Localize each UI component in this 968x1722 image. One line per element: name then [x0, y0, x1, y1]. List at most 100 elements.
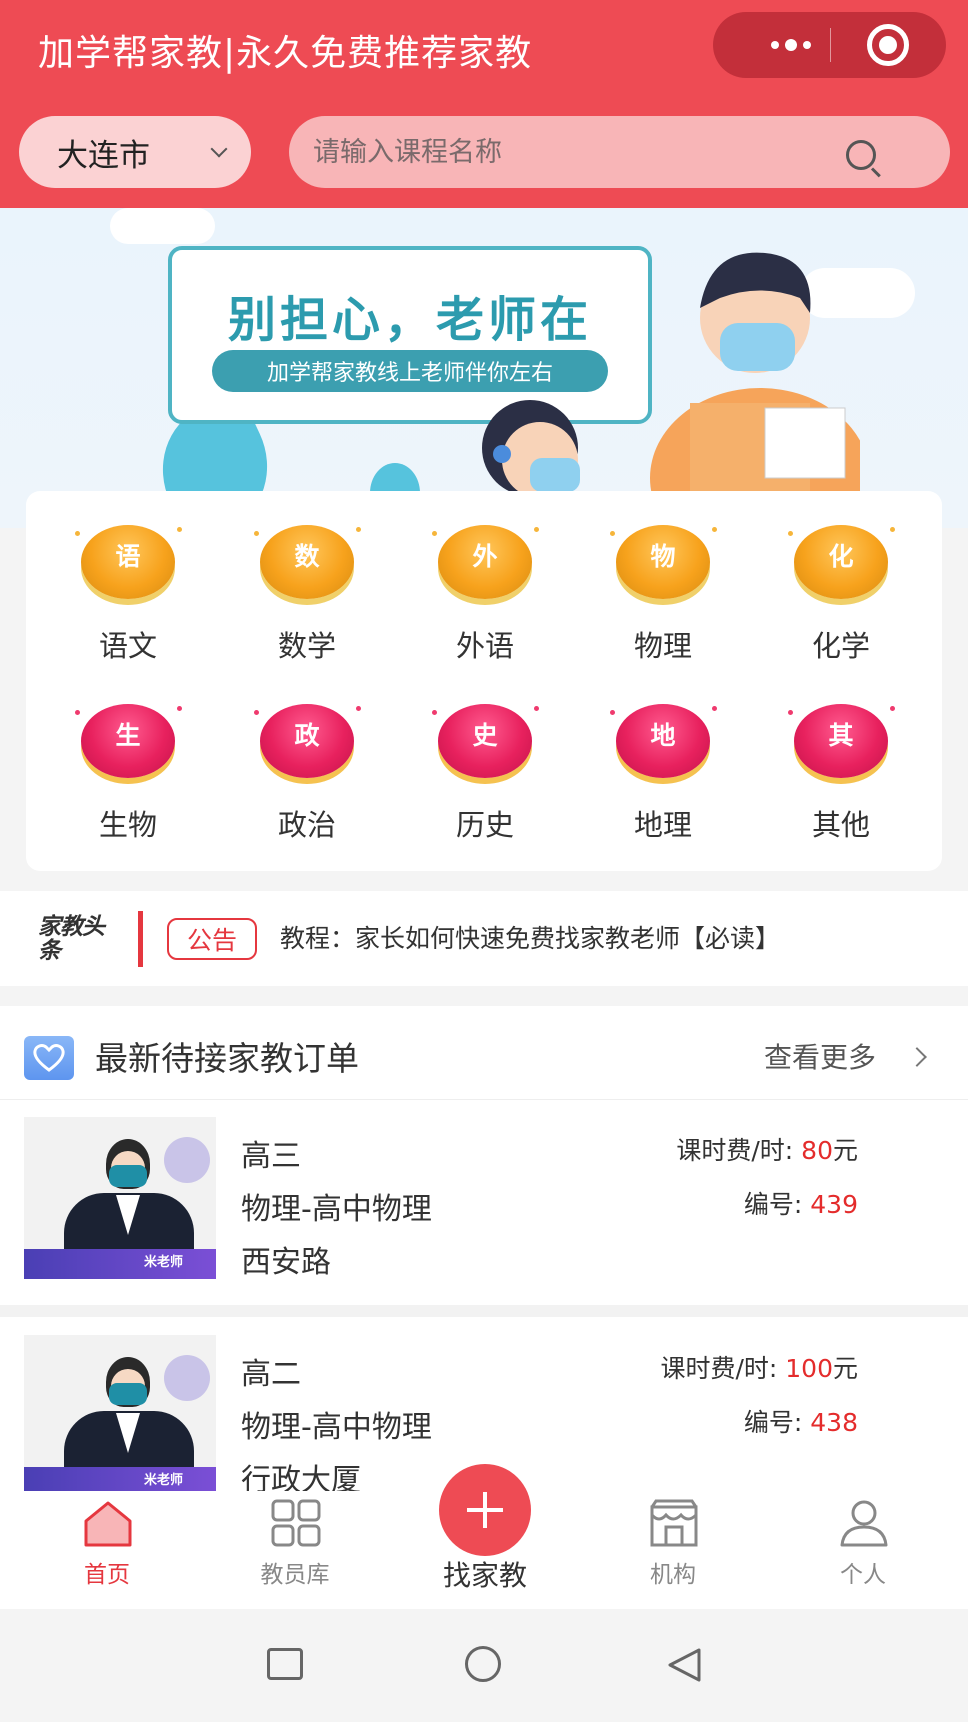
sparkle-icon — [75, 531, 80, 536]
city-select[interactable]: 大连市 — [19, 116, 251, 188]
subject-badge-char: 外 — [472, 542, 498, 571]
tab-label: 首页 — [84, 1562, 130, 1588]
order-location: 西安路 — [241, 1245, 331, 1280]
notice-divider — [138, 911, 143, 967]
sparkle-icon — [610, 531, 615, 536]
heart-icon — [24, 1036, 74, 1080]
subject-item-biology[interactable]: 生 生物 — [58, 704, 198, 864]
sparkle-icon — [254, 531, 259, 536]
back-icon[interactable] — [665, 1647, 705, 1683]
sparkle-icon — [432, 710, 437, 715]
order-subject: 物理-高中物理 — [241, 1192, 432, 1227]
sparkle-icon — [356, 527, 361, 532]
subject-label: 地理 — [633, 808, 692, 842]
tab-profile[interactable]: 个人 — [788, 1491, 938, 1609]
sparkle-icon — [356, 706, 361, 711]
subject-label: 政治 — [277, 808, 336, 842]
sparkle-icon — [534, 706, 539, 711]
promo-banner[interactable]: 别担心，老师在 加学帮家教线上老师伴你左右 — [0, 208, 968, 528]
fee-label: 课时费/时: — [660, 1354, 786, 1383]
subject-item-math[interactable]: 数 数学 — [237, 525, 377, 685]
sparkle-icon — [890, 706, 895, 711]
cloud-decoration — [110, 208, 215, 244]
subject-badge-icon: 物 — [610, 525, 717, 603]
view-more-link[interactable]: 查看更多 — [764, 1036, 876, 1076]
sparkle-icon — [788, 531, 793, 536]
sparkle-icon — [534, 527, 539, 532]
subject-item-foreign-language[interactable]: 外 外语 — [415, 525, 555, 685]
subject-label: 化学 — [811, 629, 870, 663]
subject-badge-icon: 生 — [75, 704, 182, 782]
subject-badge-char: 物 — [650, 542, 676, 571]
order-fee: 课时费/时: 100元 — [660, 1349, 858, 1385]
search-bar — [289, 116, 950, 188]
subject-label: 其他 — [811, 808, 870, 842]
find-tutor-label[interactable]: 找家教 — [399, 1554, 571, 1594]
grid-icon — [271, 1499, 321, 1547]
subject-label: 数学 — [277, 629, 336, 663]
banner-subtitle: 加学帮家教线上老师伴你左右 — [212, 350, 608, 392]
announcement-tag: 公告 — [167, 918, 257, 960]
chevron-right-icon[interactable] — [907, 1047, 927, 1067]
subject-badge-icon: 化 — [788, 525, 895, 603]
order-fee: 课时费/时: 80元 — [676, 1131, 858, 1167]
search-icon[interactable] — [846, 140, 876, 170]
subject-item-physics[interactable]: 物 物理 — [593, 525, 733, 685]
sparkle-icon — [177, 706, 182, 711]
notice-text[interactable]: 教程：家长如何快速免费找家教老师【必读】 — [280, 919, 780, 955]
home-nav-icon[interactable] — [465, 1646, 501, 1682]
subject-item-geography[interactable]: 地 地理 — [593, 704, 733, 864]
tab-label: 个人 — [840, 1562, 886, 1588]
storefront-icon — [650, 1499, 698, 1547]
search-input[interactable] — [313, 116, 853, 188]
subject-badge-char: 化 — [828, 542, 854, 571]
fee-unit: 元 — [832, 1136, 858, 1165]
order-number: 编号: 439 — [744, 1185, 858, 1221]
sparkle-icon — [177, 527, 182, 532]
sparkle-icon — [254, 710, 259, 715]
chevron-down-icon — [210, 140, 228, 158]
number-value: 439 — [810, 1190, 858, 1219]
header: 加学帮家教|永久免费推荐家教 大连市 — [0, 0, 968, 208]
subject-badge-char: 其 — [828, 721, 854, 750]
notice-bar[interactable]: 家教头条 公告 教程：家长如何快速免费找家教老师【必读】 — [0, 891, 968, 986]
subject-item-chinese[interactable]: 语 语文 — [58, 525, 198, 685]
tutor-photo: 米老师 — [24, 1335, 216, 1497]
tutor-photo: 米老师 — [24, 1117, 216, 1279]
subject-badge-char: 语 — [115, 542, 141, 571]
subject-badge-icon: 数 — [254, 525, 361, 603]
find-tutor-button[interactable] — [439, 1464, 531, 1556]
sparkle-icon — [712, 706, 717, 711]
photo-mask — [109, 1383, 147, 1405]
sparkle-icon — [432, 531, 437, 536]
dot-icon — [770, 41, 779, 49]
subject-item-history[interactable]: 史 历史 — [415, 704, 555, 864]
subject-badge-icon: 史 — [432, 704, 539, 782]
close-miniprogram-icon[interactable] — [867, 24, 909, 66]
city-select-value: 大连市 — [57, 137, 150, 174]
subject-item-other[interactable]: 其 其他 — [771, 704, 911, 864]
order-subject: 物理-高中物理 — [241, 1410, 432, 1445]
teacher-illustration — [650, 252, 860, 528]
fee-unit: 元 — [832, 1354, 858, 1383]
dot-icon — [802, 41, 811, 49]
order-card[interactable]: 米老师 高三 物理-高中物理 西安路 课时费/时: 80元 编号: 439 — [0, 1101, 968, 1297]
subject-item-chemistry[interactable]: 化 化学 — [771, 525, 911, 685]
number-label: 编号: — [743, 1190, 811, 1219]
subject-item-politics[interactable]: 政 政治 — [237, 704, 377, 864]
headline-logo: 家教头条 — [38, 914, 105, 964]
fee-value: 100 — [785, 1354, 833, 1383]
photo-band — [24, 1249, 216, 1279]
tab-teachers[interactable]: 教员库 — [220, 1491, 370, 1609]
tab-institutions[interactable]: 机构 — [598, 1491, 748, 1609]
subject-badge-icon: 其 — [788, 704, 895, 782]
recents-icon[interactable] — [267, 1648, 303, 1680]
subject-badge-char: 史 — [472, 721, 498, 750]
tab-home[interactable]: 首页 — [32, 1491, 182, 1609]
sparkle-icon — [75, 710, 80, 715]
dot-icon — [784, 39, 797, 51]
subject-label: 历史 — [455, 808, 514, 842]
subject-badge-icon: 政 — [254, 704, 361, 782]
subject-label: 外语 — [455, 629, 514, 663]
more-options-button[interactable] — [743, 12, 838, 78]
